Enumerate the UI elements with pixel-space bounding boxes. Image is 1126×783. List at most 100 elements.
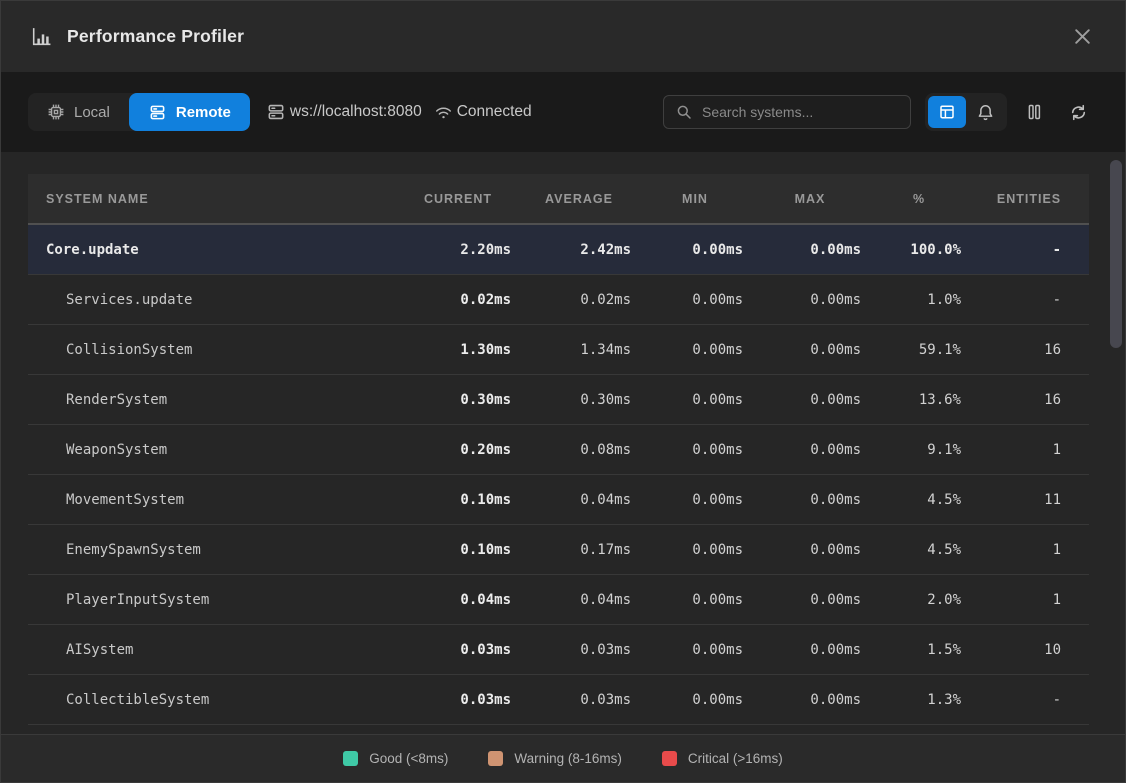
cell-current: 0.04ms [397, 592, 519, 608]
column-header-current[interactable]: CURRENT [397, 192, 519, 206]
performance-profiler-window: Performance Profiler [0, 0, 1126, 783]
cell-percent: 59.1% [869, 342, 969, 358]
cell-percent: 4.5% [869, 542, 969, 558]
column-header-system-name[interactable]: SYSTEM NAME [28, 192, 397, 206]
table-row[interactable]: EnemySpawnSystem0.10ms0.17ms0.00ms0.00ms… [28, 525, 1089, 575]
table-row[interactable]: WeaponSystem0.20ms0.08ms0.00ms0.00ms9.1%… [28, 425, 1089, 475]
cell-current: 0.03ms [397, 692, 519, 708]
cell-system-name: WeaponSystem [28, 442, 397, 458]
vertical-scrollbar-thumb[interactable] [1110, 160, 1122, 348]
table-header: SYSTEM NAME CURRENT AVERAGE MIN MAX % EN… [28, 174, 1089, 225]
cell-entities: - [969, 242, 1089, 258]
local-mode-label: Local [74, 104, 110, 121]
cell-max: 0.00ms [751, 492, 869, 508]
table-row[interactable]: CollisionSystem1.30ms1.34ms0.00ms0.00ms5… [28, 325, 1089, 375]
local-mode-button[interactable]: Local [28, 93, 129, 131]
cell-max: 0.00ms [751, 592, 869, 608]
cell-min: 0.00ms [639, 542, 751, 558]
column-header-average[interactable]: AVERAGE [519, 192, 639, 206]
table-row[interactable]: RenderSystem0.30ms0.30ms0.00ms0.00ms13.6… [28, 375, 1089, 425]
search-input[interactable] [702, 104, 898, 120]
cell-average: 2.42ms [519, 242, 639, 258]
cell-max: 0.00ms [751, 642, 869, 658]
cpu-chip-icon [47, 103, 65, 121]
cell-max: 0.00ms [751, 542, 869, 558]
remote-mode-label: Remote [176, 104, 231, 121]
cell-entities: 11 [969, 492, 1089, 508]
cell-entities: - [969, 292, 1089, 308]
cell-system-name: EnemySpawnSystem [28, 542, 397, 558]
cell-average: 0.03ms [519, 692, 639, 708]
cell-max: 0.00ms [751, 442, 869, 458]
cell-current: 0.20ms [397, 442, 519, 458]
cell-min: 0.00ms [639, 442, 751, 458]
cell-min: 0.00ms [639, 292, 751, 308]
cell-entities: - [969, 692, 1089, 708]
bell-icon [976, 103, 995, 122]
cell-average: 0.17ms [519, 542, 639, 558]
cell-entities: 10 [969, 642, 1089, 658]
critical-swatch-icon [662, 751, 677, 766]
close-button[interactable] [1067, 22, 1097, 52]
cell-current: 0.02ms [397, 292, 519, 308]
table-row[interactable]: AISystem0.03ms0.03ms0.00ms0.00ms1.5%10 [28, 625, 1089, 675]
cell-average: 0.03ms [519, 642, 639, 658]
refresh-icon [1069, 103, 1088, 122]
cell-system-name: CollectibleSystem [28, 692, 397, 708]
table-row[interactable]: CollectibleSystem0.03ms0.03ms0.00ms0.00m… [28, 675, 1089, 725]
cell-system-name: Services.update [28, 292, 397, 308]
cell-entities: 16 [969, 392, 1089, 408]
table-row[interactable]: Core.update2.20ms2.42ms0.00ms0.00ms100.0… [28, 225, 1089, 275]
wifi-icon [434, 103, 453, 122]
table-row[interactable]: PlayerInputSystem0.04ms0.04ms0.00ms0.00m… [28, 575, 1089, 625]
cell-max: 0.00ms [751, 392, 869, 408]
legend-item-warning: Warning (8-16ms) [488, 751, 622, 766]
refresh-button[interactable] [1061, 95, 1095, 129]
cell-system-name: PlayerInputSystem [28, 592, 397, 608]
pause-button[interactable] [1017, 95, 1051, 129]
column-header-entities[interactable]: ENTITIES [969, 192, 1089, 206]
remote-mode-button[interactable]: Remote [129, 93, 250, 131]
search-box [663, 95, 911, 129]
table-row[interactable]: MovementSystem0.10ms0.04ms0.00ms0.00ms4.… [28, 475, 1089, 525]
cell-percent: 1.5% [869, 642, 969, 658]
cell-min: 0.00ms [639, 342, 751, 358]
cell-average: 0.04ms [519, 592, 639, 608]
cell-average: 0.04ms [519, 492, 639, 508]
column-header-min[interactable]: MIN [639, 192, 751, 206]
cell-average: 0.02ms [519, 292, 639, 308]
systems-table: SYSTEM NAME CURRENT AVERAGE MIN MAX % EN… [28, 174, 1089, 725]
cell-percent: 9.1% [869, 442, 969, 458]
websocket-url: ws://localhost:8080 [290, 103, 422, 121]
cell-entities: 1 [969, 542, 1089, 558]
cell-percent: 2.0% [869, 592, 969, 608]
column-header-max[interactable]: MAX [751, 192, 869, 206]
cell-current: 0.30ms [397, 392, 519, 408]
cell-min: 0.00ms [639, 492, 751, 508]
cell-current: 1.30ms [397, 342, 519, 358]
cell-min: 0.00ms [639, 242, 751, 258]
cell-entities: 1 [969, 592, 1089, 608]
cell-system-name: CollisionSystem [28, 342, 397, 358]
column-header-percent[interactable]: % [869, 192, 969, 206]
warning-swatch-icon [488, 751, 503, 766]
cell-percent: 1.3% [869, 692, 969, 708]
table-view-button[interactable] [928, 96, 966, 128]
cell-entities: 1 [969, 442, 1089, 458]
alerts-button[interactable] [966, 96, 1004, 128]
cell-system-name: AISystem [28, 642, 397, 658]
view-toggle-group [925, 93, 1007, 131]
title-bar: Performance Profiler [1, 1, 1125, 72]
cell-average: 1.34ms [519, 342, 639, 358]
pause-icon [1024, 102, 1044, 122]
cell-system-name: Core.update [28, 242, 397, 258]
table-layout-icon [938, 103, 956, 121]
table-body: Core.update2.20ms2.42ms0.00ms0.00ms100.0… [28, 225, 1089, 725]
connection-status-group: Connected [434, 103, 532, 122]
legend-item-critical: Critical (>16ms) [662, 751, 783, 766]
server-icon [266, 102, 286, 122]
legend-item-good: Good (<8ms) [343, 751, 448, 766]
table-row[interactable]: Services.update0.02ms0.02ms0.00ms0.00ms1… [28, 275, 1089, 325]
cell-average: 0.30ms [519, 392, 639, 408]
cell-average: 0.08ms [519, 442, 639, 458]
